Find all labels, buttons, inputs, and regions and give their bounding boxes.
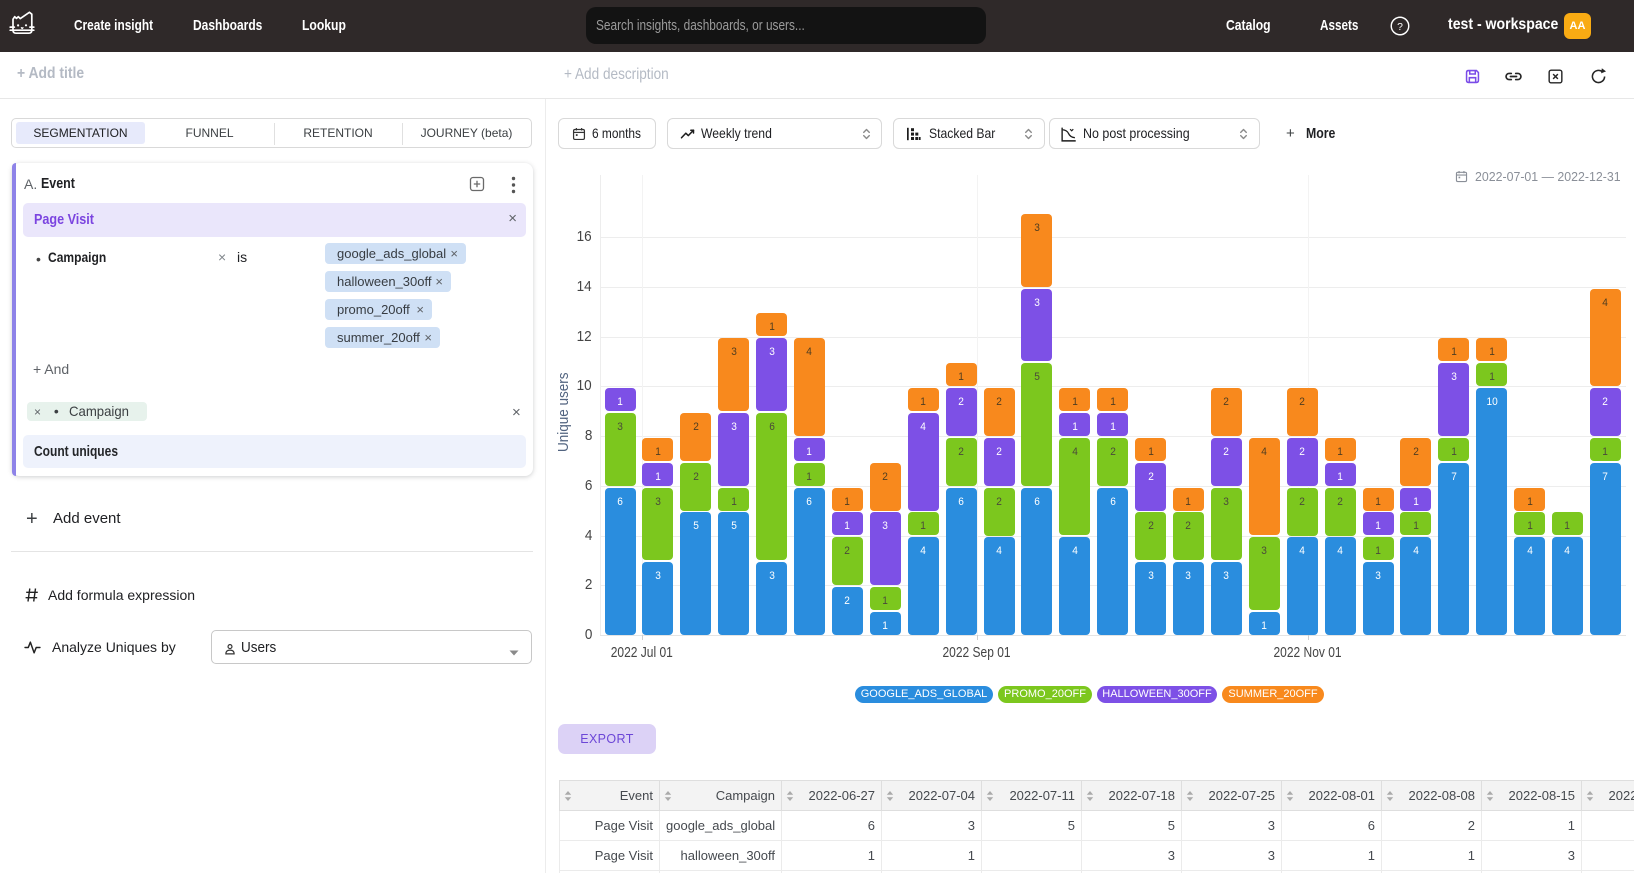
svg-text:?: ? — [1397, 22, 1403, 33]
